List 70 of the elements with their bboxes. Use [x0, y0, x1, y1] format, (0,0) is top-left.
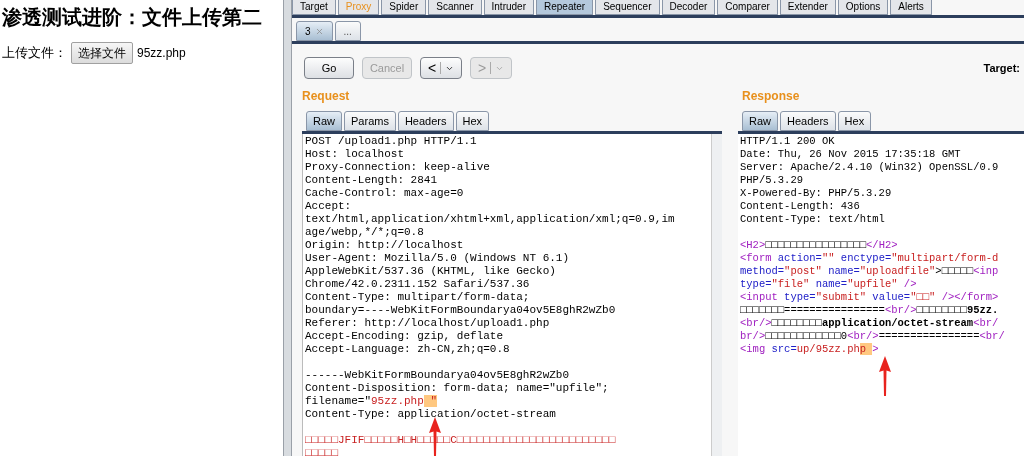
response-line: HTTP/1.1 200 OK	[740, 135, 835, 148]
request-line: Host: localhost	[305, 148, 405, 161]
target-label: Target:	[983, 60, 1020, 76]
main-tab[interactable]: Spider	[381, 0, 427, 15]
request-line: text/html,application/xhtml+xml,application/xml;q=0.9,im	[305, 213, 675, 226]
response-line: <img src=up/95zz.php >	[740, 343, 879, 356]
request-line: ------WebKitFormBoundarya04ov5E8ghR2wZb0	[305, 369, 570, 382]
request-line: filename="95zz.php "	[305, 395, 438, 408]
request-line: AppleWebKit/537.36 (KHTML, like Gecko)	[305, 265, 556, 278]
choose-file-button[interactable]: 选择文件	[71, 42, 133, 64]
main-tab[interactable]: Repeater	[536, 0, 594, 15]
editor-tab[interactable]: Raw	[306, 111, 342, 131]
request-line: Accept-Language: zh-CN,zh;q=0.8	[305, 343, 510, 356]
main-tab[interactable]: Options	[837, 0, 889, 15]
response-line: Server: Apache/2.4.10 (Win32) OpenSSL/0.9	[740, 161, 999, 174]
main-tab[interactable]: Sequencer	[595, 0, 660, 15]
main-tab[interactable]: Comparer	[717, 0, 778, 15]
request-line: Content-Length: 2841	[305, 174, 438, 187]
scrollbar[interactable]	[711, 134, 722, 456]
response-line: Date: Thu, 26 Nov 2015 17:35:18 GMT	[740, 148, 961, 161]
main-tab[interactable]: Alerts	[890, 0, 932, 15]
response-line: <form action="" enctype="multipart/form-d	[740, 252, 999, 265]
request-line: User-Agent: Mozilla/5.0 (Windows NT 6.1)	[305, 252, 570, 265]
request-line: Content-Type: multipart/form-data;	[305, 291, 530, 304]
response-line: Content-Type: text/html	[740, 213, 885, 226]
editor-tab[interactable]: Raw	[742, 111, 778, 131]
response-line: type="file" name="upfile" />	[740, 278, 917, 291]
response-line: PHP/5.3.29	[740, 174, 803, 187]
request-line: Accept-Encoding: gzip, deflate	[305, 330, 504, 343]
response-line: method="post" name="uploadfile">□□□□□<inp	[740, 265, 999, 278]
request-line: age/webp,*/*;q=0.8	[305, 226, 424, 239]
response-line: X-Powered-By: PHP/5.3.29	[740, 187, 892, 200]
file-name: 95zz.php	[137, 45, 186, 62]
request-line: Chrome/42.0.2311.152 Safari/537.36	[305, 278, 530, 291]
request-line: Origin: http://localhost	[305, 239, 464, 252]
main-tab[interactable]: Scanner	[428, 0, 482, 15]
session-tab[interactable]: ...	[334, 21, 361, 41]
request-line: Content-Type: application/octet-stream	[305, 408, 556, 421]
request-line: Accept:	[305, 200, 352, 213]
upload-label: 上传文件：	[2, 44, 67, 63]
editor-tab[interactable]: Params	[344, 111, 396, 131]
main-tab[interactable]: Decoder	[661, 0, 716, 15]
response-line: Content-Length: 436	[740, 200, 860, 213]
editor-tab[interactable]: Hex	[455, 111, 490, 131]
main-tab[interactable]: Target	[292, 0, 336, 15]
response-title: Response	[741, 88, 801, 105]
request-line: □□□□□	[305, 447, 338, 456]
request-line: Cache-Control: max-age=0	[305, 187, 464, 200]
history-button[interactable]: <	[420, 57, 462, 79]
editor-tab[interactable]: Hex	[837, 111, 872, 131]
main-tab[interactable]: Intruder	[483, 0, 534, 15]
request-line: Referer: http://localhost/upload1.php	[305, 317, 550, 330]
toolbar-button[interactable]: Go	[304, 57, 354, 79]
main-tab[interactable]: Extender	[779, 0, 836, 15]
editor-tab[interactable]: Headers	[397, 111, 454, 131]
editor-tab[interactable]: Headers	[780, 111, 836, 131]
response-line: br/>□□□□□□□□□□□□0<br/>================<br/	[740, 330, 1005, 343]
request-line: Content-Disposition: form-data; name="upfile";	[305, 382, 609, 395]
response-line: <input type="submit" value="□□" /></form>	[740, 291, 999, 304]
annotation-arrow	[879, 356, 891, 396]
response-line: <H2>□□□□□□□□□□□□□□□□</H2>	[740, 239, 898, 252]
request-title: Request	[302, 88, 351, 105]
request-line: Proxy-Connection: keep-alive	[305, 161, 490, 174]
close-icon[interactable]	[314, 26, 324, 36]
response-line: □□□□□□□================<br/>□□□□□□□□95zz.	[740, 304, 999, 317]
session-tab[interactable]: 3	[296, 21, 333, 41]
page-heading: 渗透测试进阶：文件上传第二	[2, 4, 263, 30]
response-line: <br/>□□□□□□□□application/octet-stream<br/	[740, 317, 999, 330]
request-line: boundary=----WebKitFormBoundarya04ov5E8ghR2wZb0	[305, 304, 616, 317]
request-line: POST /upload1.php HTTP/1.1	[305, 135, 477, 148]
